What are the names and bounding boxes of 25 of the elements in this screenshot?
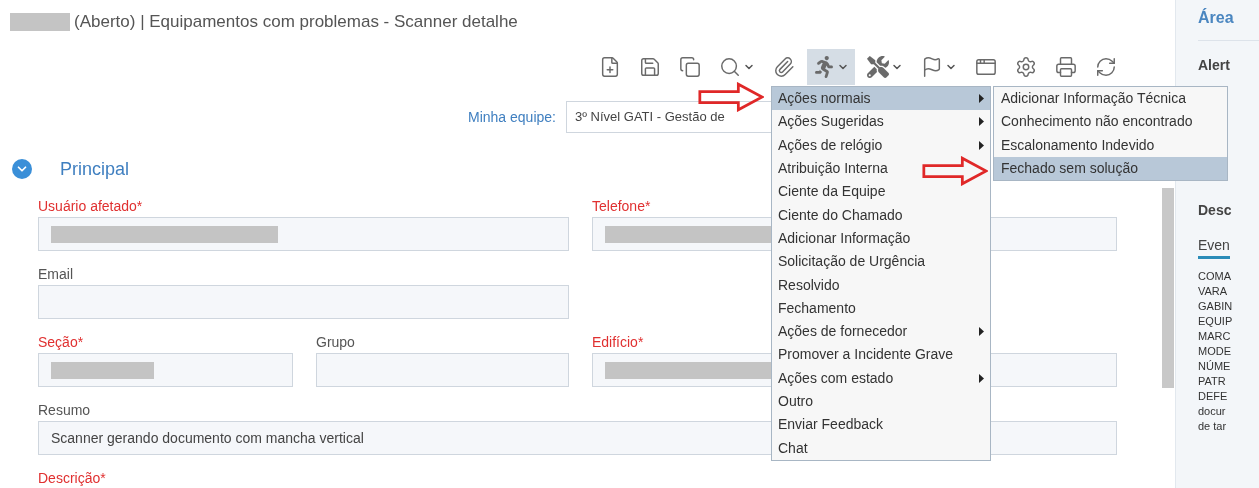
field-label: Usuário afetado* [38,197,143,216]
alert-heading: Alert [1198,56,1231,75]
description-heading: Desc [1198,201,1233,220]
field-label: Resumo [38,401,91,420]
text-line: docur [1198,404,1227,419]
text-line: COMA [1198,269,1232,284]
section-title: Principal [60,157,130,181]
page-title: (Aberto) | Equipamentos com problemas - Scanner detalhe [74,11,518,34]
team-label: Minha equipe: [468,107,556,127]
field-label: Edifício* [592,333,644,352]
text-line: VARA [1198,284,1229,299]
text-line: MARC [1198,329,1232,344]
text-line: NÚME [1198,359,1232,374]
field-label: Grupo [316,333,355,352]
field-label: Telefone* [592,197,651,216]
text-line: DEFE [1198,389,1229,404]
text-line: MODE [1198,344,1232,359]
field-label: Descrição* [38,469,106,488]
text-line: EQUIP [1198,314,1234,329]
text-line: de tar [1198,419,1228,434]
field-label: Seção* [38,333,84,352]
text-line: GABIN [1198,299,1234,314]
panel-title: Área [1198,7,1235,28]
field-label: Email [38,265,73,284]
text-line: PATR [1198,374,1227,389]
